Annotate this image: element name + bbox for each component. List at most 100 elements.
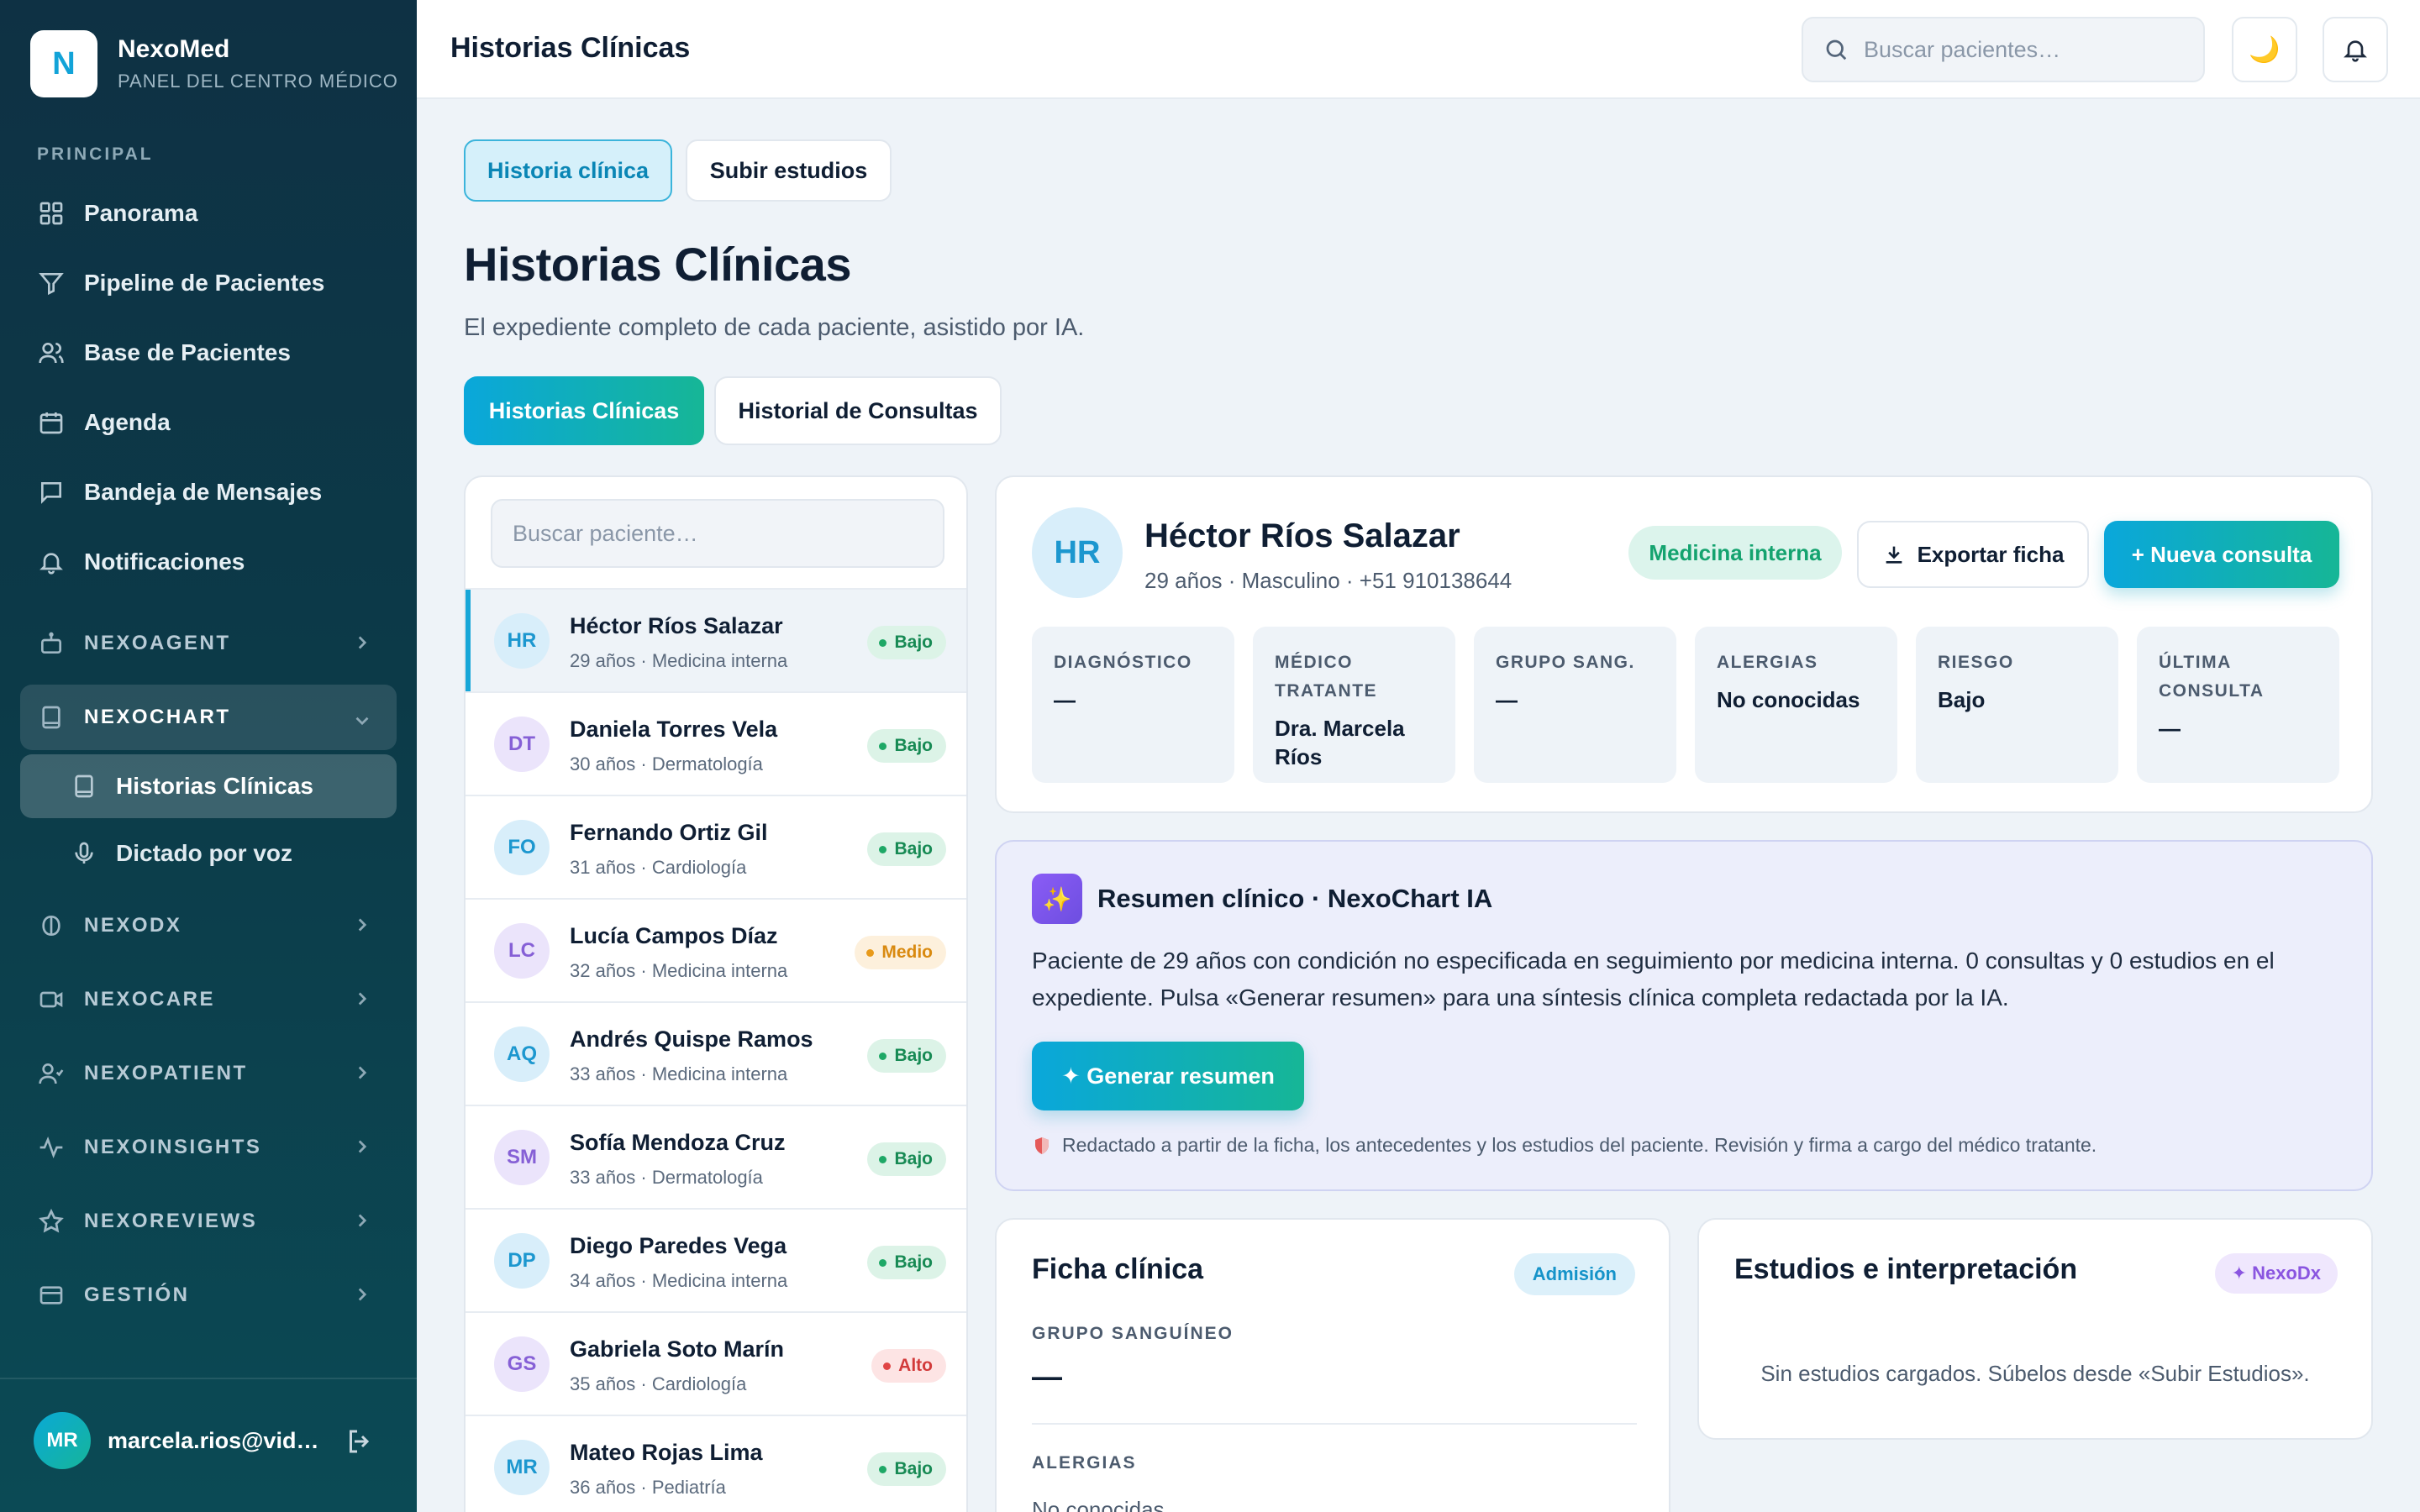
stat-ultima-consulta: ÚLTIMA CONSULTA — (2137, 627, 2339, 783)
patient-meta: 34 años · Medicina interna (570, 1270, 788, 1291)
generate-summary-button[interactable]: ✦ Generar resumen (1032, 1042, 1304, 1110)
list-item[interactable]: FO Fernando Ortiz Gil 31 años · Cardiolo… (466, 795, 966, 898)
topbar: Historias Clínicas 🌙 (417, 0, 2420, 99)
chevron-right-icon (358, 1214, 367, 1227)
sidebar-group-nexopatient[interactable]: NEXOPATIENT (20, 1037, 397, 1110)
book-icon (37, 703, 66, 732)
sidebar-group-nexodx[interactable]: NEXODX (20, 889, 397, 963)
sidebar-item-base-pacientes[interactable]: Base de Pacientes (20, 318, 397, 387)
bell-icon (37, 548, 66, 576)
sidebar-group-nexoagent[interactable]: NEXOAGENT (20, 606, 397, 680)
chevron-down-icon (355, 717, 369, 726)
logout-icon[interactable] (345, 1426, 375, 1457)
star-icon (37, 1207, 66, 1236)
status-badge: Bajo (867, 1039, 946, 1073)
chevron-right-icon (358, 1140, 367, 1153)
patient-meta: 29 años · Masculino · +51 910138644 (1144, 568, 1512, 593)
export-button[interactable]: Exportar ficha (1857, 521, 2089, 588)
field-value: No conocidas (1032, 1497, 1165, 1512)
sparkles-icon: ✨ (1032, 874, 1082, 924)
avatar: LC (494, 923, 550, 979)
stat-medico: MÉDICO TRATANTE Dra. Marcela Ríos (1253, 627, 1455, 783)
status-badge: Bajo (867, 626, 946, 659)
ai-summary-footnote: Redactado a partir de la ficha, los ante… (1032, 1134, 2096, 1157)
pill-subir-estudios[interactable]: Subir estudios (686, 139, 892, 202)
nexodx-badge[interactable]: ✦ NexoDx (2214, 1253, 2338, 1294)
empty-state-text: Sin estudios cargados. Súbelos desde «Su… (1760, 1361, 2310, 1386)
specialty-badge: Medicina interna (1628, 526, 1842, 580)
bell-icon (2344, 40, 2367, 62)
avatar: DT (494, 717, 550, 772)
list-item[interactable]: MR Mateo Rojas Lima 36 años · Pediatría … (466, 1415, 966, 1512)
avatar: MR (494, 1440, 550, 1495)
sidebar-group-nexocare[interactable]: NEXOCARE (20, 963, 397, 1037)
patient-meta: 31 años · Cardiología (570, 857, 747, 878)
search-input[interactable] (1864, 36, 2183, 63)
patient-meta: 32 años · Medicina interna (570, 960, 788, 981)
export-label: Exportar ficha (1917, 541, 2065, 567)
avatar: GS (494, 1336, 550, 1392)
sidebar-group-label: NEXOREVIEWS (84, 1210, 258, 1232)
status-badge: Medio (855, 936, 946, 969)
sidebar-group-nexochart[interactable]: NEXOCHART (20, 685, 397, 750)
sidebar-subitem-dictado[interactable]: Dictado por voz (20, 822, 397, 885)
notifications-button[interactable] (2323, 17, 2388, 82)
list-item[interactable]: HR Héctor Ríos Salazar 29 años · Medicin… (466, 588, 966, 691)
pulse-icon (37, 1133, 66, 1162)
brand[interactable]: N NexoMed PANEL DEL CENTRO MÉDICO (30, 30, 398, 97)
shield-icon (1035, 1137, 1049, 1154)
chevron-right-icon (358, 992, 367, 1005)
patient-search-input[interactable] (491, 499, 944, 568)
stat-diagnostico: DIAGNÓSTICO — (1032, 627, 1234, 783)
new-consult-button[interactable]: + Nueva consulta (2104, 521, 2339, 588)
sidebar-group-nexoinsights[interactable]: NEXOINSIGHTS (20, 1110, 397, 1184)
sidebar-user: MR marcela.rios@vidasalud.pe (0, 1378, 417, 1512)
sidebar-item-notificaciones[interactable]: Notificaciones (20, 527, 397, 596)
patient-name: Andrés Quispe Ramos (570, 1026, 813, 1052)
brain-icon (37, 911, 66, 940)
patient-meta: 30 años · Dermatología (570, 753, 763, 774)
chevron-right-icon (358, 1066, 367, 1079)
sidebar-item-label: Base de Pacientes (84, 339, 291, 365)
list-item[interactable]: GS Gabriela Soto Marín 35 años · Cardiol… (466, 1311, 966, 1415)
sidebar-subitem-label: Historias Clínicas (116, 773, 313, 799)
ai-summary-card: ✨ Resumen clínico · NexoChart IA Pacient… (995, 840, 2373, 1191)
sidebar-item-panorama[interactable]: Panorama (20, 178, 397, 248)
sidebar-item-mensajes[interactable]: Bandeja de Mensajes (20, 457, 397, 527)
sidebar: N NexoMed PANEL DEL CENTRO MÉDICO PRINCI… (0, 0, 417, 1512)
pill-historia-clinica[interactable]: Historia clínica (464, 139, 672, 202)
patient-meta: 33 años · Medicina interna (570, 1063, 788, 1084)
patient-name: Héctor Ríos Salazar (570, 613, 783, 638)
list-item[interactable]: LC Lucía Campos Díaz 32 años · Medicina … (466, 898, 966, 1001)
status-badge: Bajo (867, 1452, 946, 1486)
sidebar-subitem-historias[interactable]: Historias Clínicas (20, 754, 397, 818)
card-icon (37, 1281, 66, 1310)
sidebar-item-label: Notificaciones (84, 548, 245, 575)
sidebar-item-agenda[interactable]: Agenda (20, 387, 397, 457)
ai-summary-text: Paciente de 29 años con condición no esp… (1032, 948, 2275, 1011)
patient-list: HR Héctor Ríos Salazar 29 años · Medicin… (466, 588, 966, 1512)
status-badge: Bajo (867, 1142, 946, 1176)
list-item[interactable]: SM Sofía Mendoza Cruz 33 años · Dermatol… (466, 1105, 966, 1208)
sidebar-group-gestion[interactable]: GESTIÓN (20, 1258, 397, 1332)
theme-toggle-button[interactable]: 🌙 (2232, 17, 2297, 82)
user-icon (37, 1059, 66, 1088)
patient-meta: 36 años · Pediatría (570, 1477, 726, 1498)
sidebar-nav: Panorama Pipeline de Pacientes Base de P… (20, 178, 397, 1332)
patient-header-card: HR Héctor Ríos Salazar 29 años · Masculi… (995, 475, 2373, 813)
sidebar-group-nexoreviews[interactable]: NEXOREVIEWS (20, 1184, 397, 1258)
sidebar-item-pipeline[interactable]: Pipeline de Pacientes (20, 248, 397, 318)
ai-summary-title: Resumen clínico · NexoChart IA (1097, 884, 1493, 913)
card-title: Ficha clínica (1032, 1253, 1204, 1285)
list-item[interactable]: DP Diego Paredes Vega 34 años · Medicina… (466, 1208, 966, 1311)
avatar[interactable]: MR (34, 1412, 91, 1469)
list-item[interactable]: DT Daniela Torres Vela 30 años · Dermato… (466, 691, 966, 795)
patient-name: Gabriela Soto Marín (570, 1336, 785, 1362)
status-badge: Bajo (867, 1246, 946, 1279)
tab-historial-consultas[interactable]: Historial de Consultas (714, 376, 1002, 445)
patient-meta: 35 años · Cardiología (570, 1373, 747, 1394)
download-icon (1886, 546, 1902, 564)
list-item[interactable]: AQ Andrés Quispe Ramos 33 años · Medicin… (466, 1001, 966, 1105)
status-badge: Alto (871, 1349, 946, 1383)
tab-historias-clinicas[interactable]: Historias Clínicas (464, 376, 704, 445)
